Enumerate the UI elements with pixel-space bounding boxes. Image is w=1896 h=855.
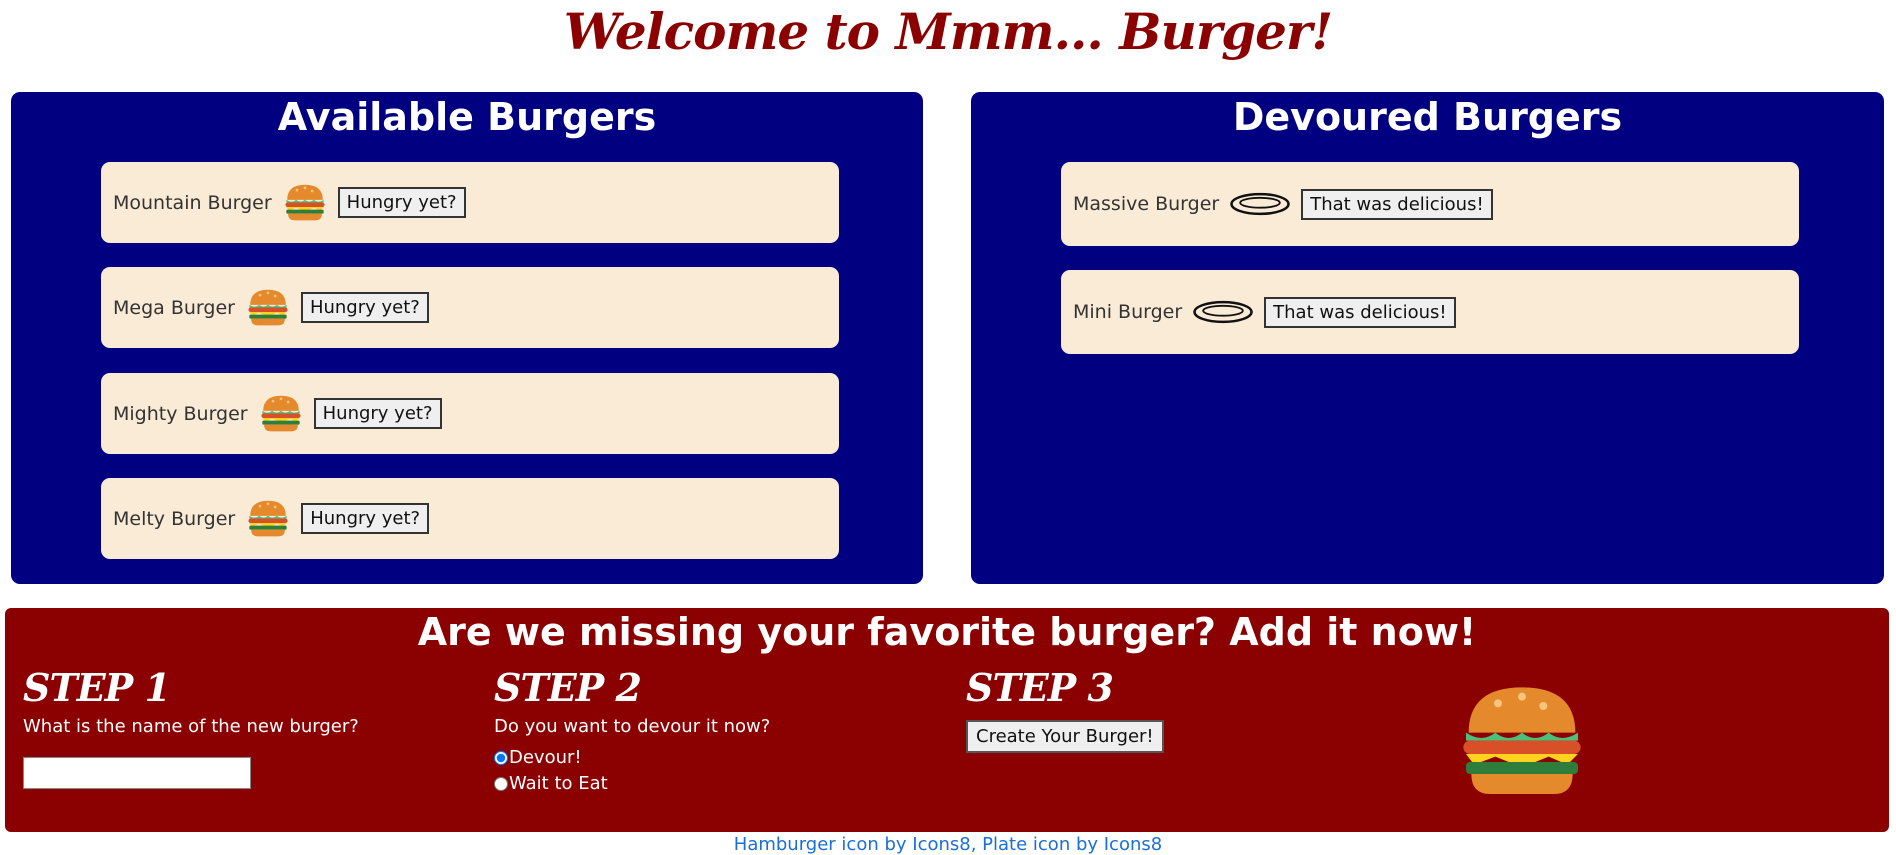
step-2: STEP 2 Do you want to devour it now? Dev… (494, 665, 914, 794)
wait-radio[interactable] (494, 776, 508, 791)
page-title: Welcome to Mmm... Burger! (563, 2, 1333, 61)
delicious-button[interactable]: That was delicious! (1301, 188, 1493, 220)
devoured-burgers-panel: Devoured Burgers Massive Burger That was… (971, 92, 1884, 584)
credit-separator: , (970, 834, 983, 855)
devour-button[interactable]: Hungry yet? (337, 187, 466, 218)
hamburger-icon (245, 288, 291, 328)
burger-name: Mega Burger (113, 296, 235, 319)
create-burger-button[interactable]: Create Your Burger! (966, 720, 1164, 753)
hamburger-icon (282, 183, 328, 223)
burger-name: Melty Burger (113, 507, 236, 530)
plate-credit-link[interactable]: Plate icon by Icons8 (982, 834, 1162, 855)
hamburger-credit-link[interactable]: Hamburger icon by Icons8 (734, 834, 971, 855)
wait-option-label: Wait to Eat (509, 773, 608, 794)
devour-button[interactable]: Hungry yet? (300, 292, 429, 323)
available-burger-item: Mega Burger Hungry yet? (101, 267, 839, 348)
hamburger-icon (1452, 682, 1592, 802)
wait-option[interactable]: Wait to Eat (494, 773, 914, 794)
step-3-title: STEP 3 (966, 665, 1114, 710)
burger-name-input[interactable] (23, 757, 251, 789)
add-burger-heading: Are we missing your favorite burger? Add… (417, 610, 1477, 654)
available-burgers-panel: Available Burgers Mountain Burger Hungry… (11, 92, 923, 584)
available-burger-item: Melty Burger Hungry yet? (101, 478, 839, 559)
devour-button[interactable]: Hungry yet? (313, 398, 442, 429)
add-burger-section: Are we missing your favorite burger? Add… (5, 608, 1889, 832)
plate-icon (1192, 299, 1254, 325)
devour-option[interactable]: Devour! (494, 747, 914, 768)
devoured-burger-item: Mini Burger That was delicious! (1061, 270, 1799, 354)
step-2-title: STEP 2 (494, 665, 642, 710)
available-burger-item: Mountain Burger Hungry yet? (101, 162, 839, 243)
devoured-burger-item: Massive Burger That was delicious! (1061, 162, 1799, 246)
step-1-title: STEP 1 (23, 665, 171, 710)
step-1: STEP 1 What is the name of the new burge… (23, 665, 463, 815)
step-2-question: Do you want to devour it now? (494, 716, 771, 737)
devour-option-label: Devour! (509, 747, 582, 768)
step-1-question: What is the name of the new burger? (23, 716, 359, 737)
plate-icon (1229, 191, 1291, 217)
burger-name: Mighty Burger (113, 402, 248, 425)
hamburger-icon (258, 394, 304, 434)
devoured-burgers-heading: Devoured Burgers (1232, 95, 1623, 139)
step-3: STEP 3 Create Your Burger! (966, 665, 1326, 753)
burger-name: Massive Burger (1073, 193, 1220, 215)
devour-radio[interactable] (494, 750, 508, 765)
available-burger-item: Mighty Burger Hungry yet? (101, 373, 839, 454)
burger-name: Mini Burger (1073, 301, 1183, 323)
delicious-button[interactable]: That was delicious! (1264, 296, 1456, 328)
devour-button[interactable]: Hungry yet? (301, 503, 430, 534)
burger-name: Mountain Burger (113, 191, 272, 214)
icon-credits: Hamburger icon by Icons8, Plate icon by … (0, 834, 1896, 855)
hamburger-icon (245, 499, 291, 539)
available-burgers-heading: Available Burgers (277, 95, 657, 139)
